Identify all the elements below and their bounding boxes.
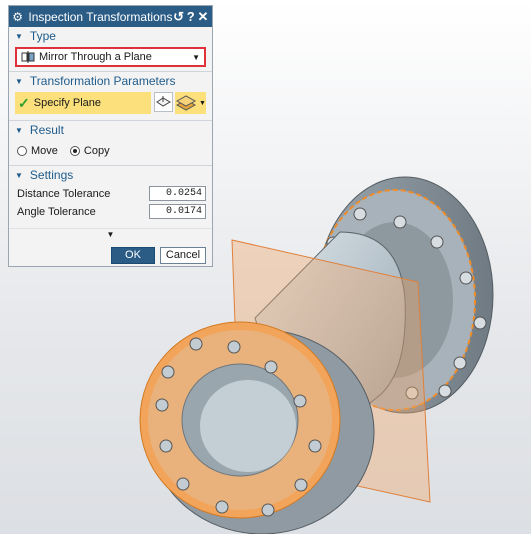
help-button[interactable]: ?	[185, 9, 197, 24]
inspection-transformations-dialog: ⚙ Inspection Transformations ↺ ? ✕ ▼ Typ…	[8, 5, 213, 267]
type-section-header[interactable]: ▼ Type	[9, 27, 212, 45]
close-button[interactable]: ✕	[197, 9, 209, 25]
cancel-button[interactable]: Cancel	[160, 247, 206, 264]
type-selected-value: Mirror Through a Plane	[39, 51, 152, 63]
result-section-header[interactable]: ▼ Result	[9, 121, 212, 139]
angle-tolerance-input[interactable]: 0.0174	[149, 204, 206, 219]
layers-icon	[175, 95, 197, 111]
move-radio[interactable]	[17, 146, 27, 156]
specify-plane-label: Specify Plane	[33, 97, 101, 109]
chevron-down-icon: ▼	[192, 52, 200, 62]
type-dropdown[interactable]: Mirror Through a Plane ▼	[15, 47, 206, 67]
dialog-titlebar[interactable]: ⚙ Inspection Transformations ↺ ? ✕	[9, 6, 212, 27]
ok-button[interactable]: OK	[111, 247, 155, 264]
plane-icon	[156, 96, 172, 107]
gear-icon: ⚙	[12, 9, 24, 24]
chevron-down-icon: ▼	[106, 230, 115, 239]
params-section-header[interactable]: ▼ Transformation Parameters	[9, 72, 212, 90]
result-radio-group: Move Copy	[17, 143, 206, 159]
dialog-title: Inspection Transformations	[28, 9, 173, 24]
collapse-triangle-icon: ▼	[15, 31, 23, 41]
plane-dialog-button[interactable]	[154, 92, 173, 112]
move-radio-label[interactable]: Move	[31, 145, 58, 157]
copy-radio[interactable]	[69, 146, 80, 156]
dialog-button-row: OK Cancel	[9, 247, 206, 264]
specify-plane-row: ✓ Specify Plane ▼	[15, 92, 206, 114]
distance-tolerance-label: Distance Tolerance	[17, 187, 111, 200]
params-section-label: Transformation Parameters	[29, 74, 176, 88]
distance-tolerance-row: Distance Tolerance 0.0254	[17, 185, 206, 202]
checkmark-icon: ✓	[18, 94, 30, 111]
distance-tolerance-input[interactable]: 0.0254	[149, 186, 206, 201]
plane-method-dropdown[interactable]: ▼	[175, 92, 206, 114]
copy-radio-label[interactable]: Copy	[84, 145, 110, 157]
type-section-label: Type	[29, 29, 56, 43]
chevron-down-icon: ▼	[199, 99, 206, 107]
settings-section-label: Settings	[29, 168, 74, 182]
reset-button[interactable]: ↺	[172, 9, 184, 25]
collapse-triangle-icon: ▼	[15, 76, 23, 86]
angle-tolerance-row: Angle Tolerance 0.0174	[17, 203, 206, 220]
angle-tolerance-label: Angle Tolerance	[17, 205, 96, 218]
result-section-label: Result	[29, 123, 64, 137]
collapse-triangle-icon: ▼	[15, 125, 23, 135]
mirror-plane-icon	[21, 51, 35, 63]
expand-more-button[interactable]: ▼	[9, 228, 212, 241]
specify-plane-selector[interactable]: ✓ Specify Plane	[15, 92, 151, 114]
settings-section-header[interactable]: ▼ Settings	[9, 166, 212, 184]
collapse-triangle-icon: ▼	[15, 170, 23, 180]
